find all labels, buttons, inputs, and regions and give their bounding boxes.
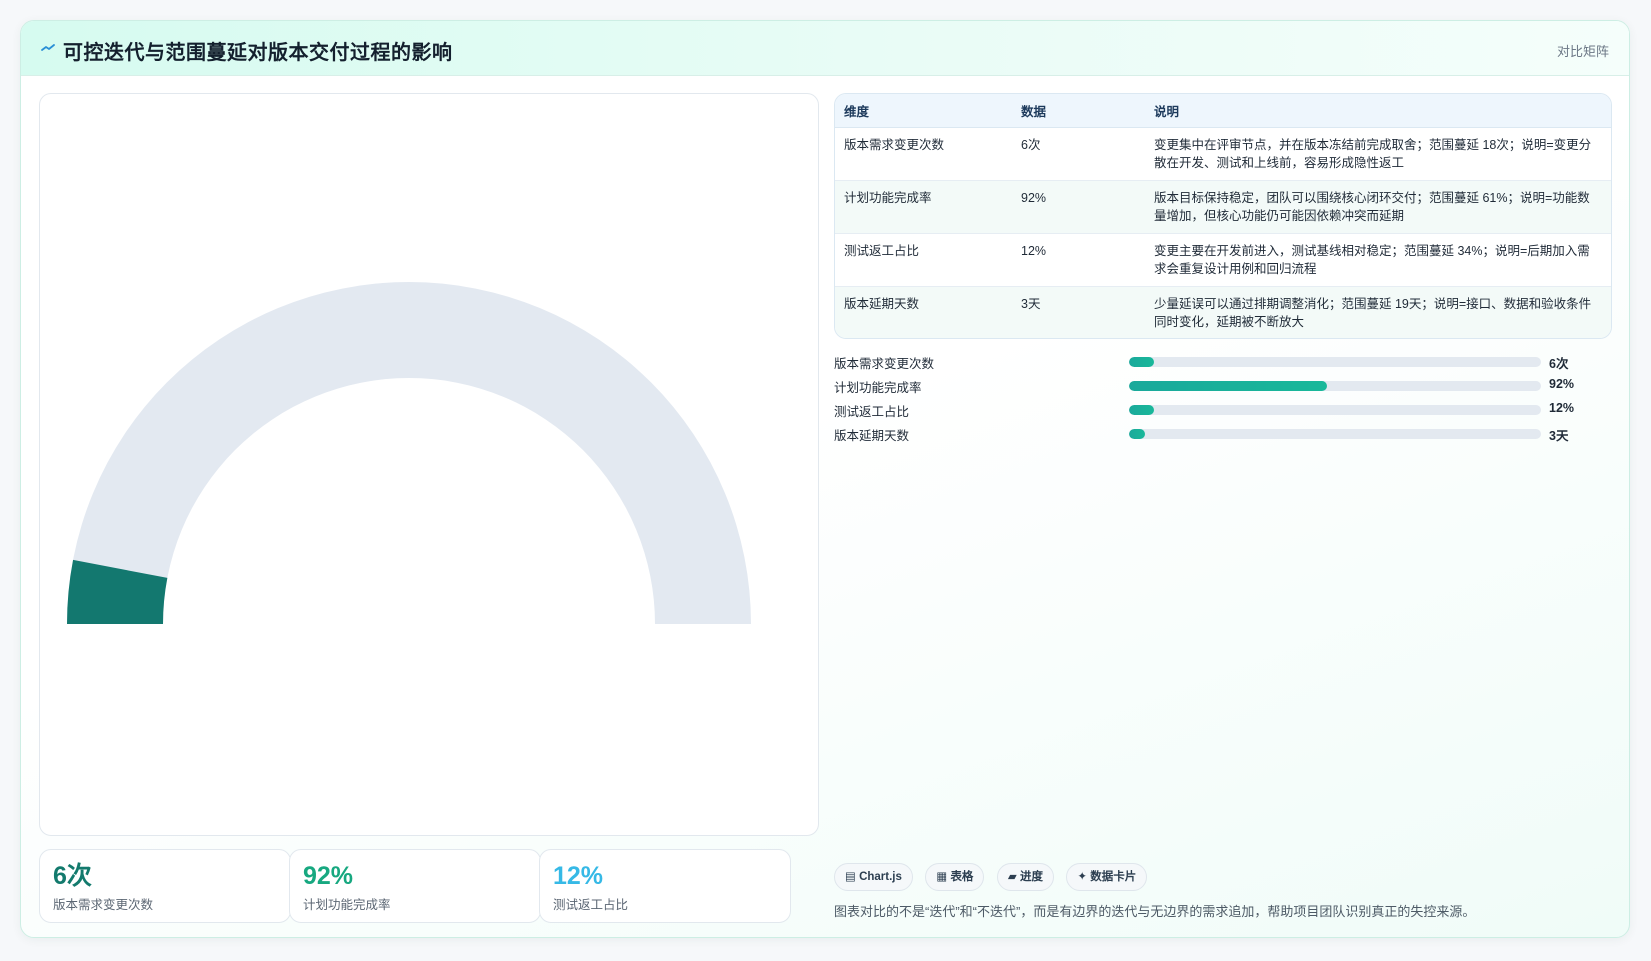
progress-track	[1129, 405, 1541, 415]
table-row: 测试返工占比 12% 变更主要在开发前进入，测试基线相对稳定；范围蔓延 34%；…	[835, 233, 1611, 287]
cell-dimension: 版本需求变更次数	[835, 127, 1012, 181]
compare-matrix-link[interactable]: 对比矩阵	[1557, 41, 1609, 60]
progress-bar-list: 版本需求变更次数 6次 计划功能完成率 92% 测试返工占比 12% 版本延期天…	[834, 349, 1612, 445]
progress-icon: ▰	[1007, 871, 1017, 883]
cell-note: 变更集中在评审节点，并在版本冻结前完成取舍；范围蔓延 18次；说明=变更分散在开…	[1145, 127, 1611, 181]
cell-value: 6次	[1012, 127, 1145, 181]
dashboard-card: 可控迭代与范围蔓延对版本交付过程的影响 对比矩阵 6次 版本需求变更次数 92%…	[20, 20, 1630, 938]
progress-value: 6次	[1549, 357, 1569, 371]
progress-row: 测试返工占比 12%	[834, 397, 1612, 421]
progress-label: 测试返工占比	[834, 405, 910, 419]
column-header-note: 说明	[1145, 94, 1611, 128]
progress-row: 计划功能完成率 92%	[834, 373, 1612, 397]
stat-card-change-count: 6次 版本需求变更次数	[39, 849, 291, 923]
gauge-chart-panel	[39, 93, 819, 836]
table-row: 计划功能完成率 92% 版本目标保持稳定，团队可以围绕核心闭环交付；范围蔓延 6…	[835, 180, 1611, 234]
gauge-track	[67, 282, 751, 624]
table-row: 版本需求变更次数 6次 变更集中在评审节点，并在版本冻结前完成取舍；范围蔓延 1…	[835, 127, 1611, 181]
progress-label: 计划功能完成率	[834, 381, 922, 395]
progress-label: 版本需求变更次数	[834, 357, 935, 371]
stat-value: 92%	[303, 862, 354, 890]
progress-track	[1129, 357, 1541, 367]
progress-fill	[1129, 357, 1154, 367]
cell-note: 变更主要在开发前进入，测试基线相对稳定；范围蔓延 34%；说明=后期加入需求会重…	[1145, 233, 1611, 287]
stat-value: 6次	[53, 862, 92, 890]
table-row: 版本延期天数 3天 少量延误可以通过排期调整消化；范围蔓延 19天；说明=接口、…	[835, 286, 1611, 338]
page-title: 可控迭代与范围蔓延对版本交付过程的影响	[63, 42, 453, 64]
chart-icon: ▤	[845, 871, 856, 883]
chip-chartjs[interactable]: ▤ Chart.js	[834, 863, 913, 891]
cell-value: 92%	[1012, 180, 1145, 234]
gauge-chart	[67, 282, 751, 624]
cell-dimension: 计划功能完成率	[835, 180, 1012, 234]
column-header-dimension: 维度	[835, 94, 1012, 128]
chip-label: Chart.js	[859, 871, 902, 883]
stat-card-rework-ratio: 12% 测试返工占比	[539, 849, 791, 923]
chip-label: 数据卡片	[1090, 871, 1137, 883]
chip-table[interactable]: ▦ 表格	[925, 863, 985, 891]
stat-value: 12%	[553, 862, 604, 890]
trend-spark-icon	[41, 44, 55, 51]
progress-value: 3天	[1549, 429, 1569, 443]
card-header: 可控迭代与范围蔓延对版本交付过程的影响 对比矩阵	[21, 21, 1629, 76]
table-header-row: 维度 数据 说明	[835, 94, 1611, 128]
stat-card-completion-rate: 92% 计划功能完成率	[289, 849, 541, 923]
progress-fill	[1129, 405, 1154, 415]
stat-label: 计划功能完成率	[303, 898, 391, 912]
feature-chips: ▤ Chart.js ▦ 表格 ▰ 进度 ✦ 数据卡片	[834, 863, 1155, 891]
progress-track	[1129, 429, 1541, 439]
sparkle-icon: ✦	[1077, 871, 1088, 883]
chip-label: 进度	[1019, 871, 1043, 883]
progress-row: 版本需求变更次数 6次	[834, 349, 1612, 373]
chip-data-cards[interactable]: ✦ 数据卡片	[1066, 863, 1148, 891]
chart-footnote: 图表对比的不是“迭代”和“不迭代”，而是有边界的迭代与无边界的需求追加，帮助项目…	[834, 904, 1476, 919]
cell-value: 12%	[1012, 233, 1145, 287]
cell-note: 版本目标保持稳定，团队可以围绕核心闭环交付；范围蔓延 61%；说明=功能数量增加…	[1145, 180, 1611, 234]
stat-label: 测试返工占比	[553, 898, 629, 912]
chip-label: 表格	[950, 871, 974, 883]
cell-dimension: 测试返工占比	[835, 233, 1012, 287]
chip-progress[interactable]: ▰ 进度	[996, 863, 1054, 891]
cell-dimension: 版本延期天数	[835, 286, 1012, 338]
cell-note: 少量延误可以通过排期调整消化；范围蔓延 19天；说明=接口、数据和验收条件同时变…	[1145, 286, 1611, 338]
progress-value: 92%	[1549, 377, 1575, 391]
cell-value: 3天	[1012, 286, 1145, 338]
progress-fill	[1129, 381, 1327, 391]
stat-label: 版本需求变更次数	[53, 898, 154, 912]
progress-label: 版本延期天数	[834, 429, 910, 443]
progress-value: 12%	[1549, 401, 1575, 415]
progress-row: 版本延期天数 3天	[834, 421, 1612, 445]
comparison-table: 维度 数据 说明 版本需求变更次数 6次 变更集中在评审节点，并在版本冻结前完成…	[834, 93, 1612, 339]
table-icon: ▦	[936, 871, 948, 883]
column-header-value: 数据	[1012, 94, 1145, 128]
progress-fill	[1129, 429, 1146, 439]
progress-track	[1129, 381, 1541, 391]
